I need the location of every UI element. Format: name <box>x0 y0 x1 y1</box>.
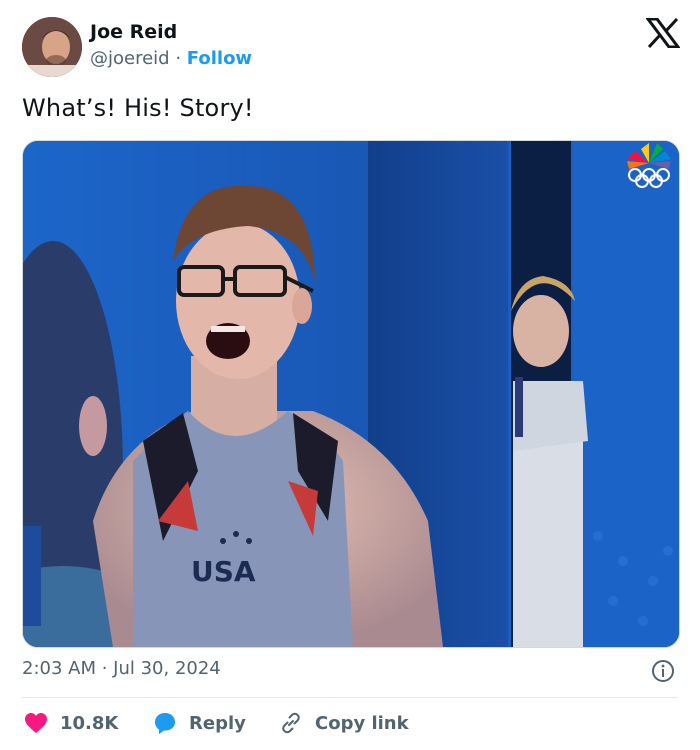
copy-link-button[interactable]: Copy link <box>279 708 409 738</box>
divider <box>22 697 678 698</box>
jersey-text: USA <box>191 555 256 588</box>
author-handle[interactable]: @joereid <box>90 48 170 69</box>
author-handle-row: @joereid · Follow <box>90 48 252 69</box>
like-button[interactable]: 10.8K <box>24 708 118 738</box>
author-name[interactable]: Joe Reid <box>90 21 177 43</box>
link-icon <box>282 712 300 734</box>
tweet-timestamp[interactable]: 2:03 AM · Jul 30, 2024 <box>22 658 221 679</box>
like-count: 10.8K <box>60 712 119 734</box>
info-icon[interactable] <box>651 659 675 683</box>
copy-link-label: Copy link <box>315 712 409 734</box>
x-logo-icon[interactable] <box>645 17 681 49</box>
reply-bubble-icon <box>155 713 175 734</box>
tweet-card: Joe Reid @joereid · Follow What’s! His! … <box>0 0 700 750</box>
reply-label: Reply <box>189 712 246 734</box>
tweet-media-image[interactable]: USA <box>22 140 680 648</box>
avatar[interactable] <box>22 17 82 77</box>
heart-icon <box>25 713 47 733</box>
tweet-text: What’s! His! Story! <box>22 94 254 122</box>
handle-separator: · <box>175 48 182 69</box>
action-bar: 10.8K Reply Copy link <box>22 708 678 738</box>
reply-button[interactable]: Reply <box>153 708 246 738</box>
follow-button[interactable]: Follow <box>187 48 252 69</box>
